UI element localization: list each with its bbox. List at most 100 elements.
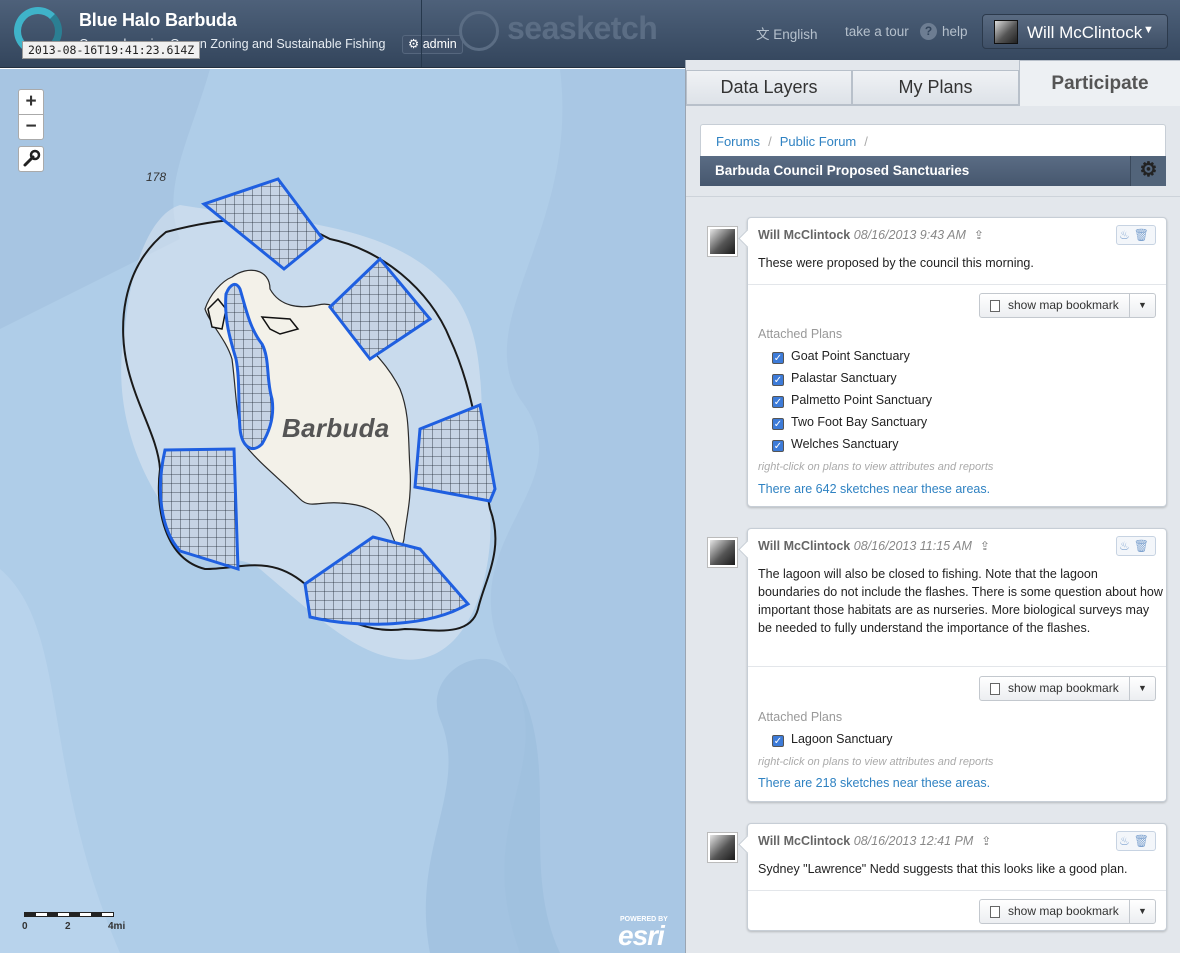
top-navbar: Blue Halo Barbuda Comprehensive Ocean Zo…	[0, 0, 1180, 68]
attached-plan[interactable]: ✓ Lagoon Sanctuary	[772, 732, 892, 747]
post-actions[interactable]: ♨🗑	[1116, 831, 1156, 851]
caret-down-icon[interactable]: ▼	[1129, 900, 1155, 923]
show-map-bookmark-button[interactable]: show map bookmark ▼	[979, 676, 1156, 701]
esri-logo: esri	[618, 920, 665, 951]
breadcrumb: Forums / Public Forum /	[700, 124, 1166, 156]
help-link[interactable]: help	[942, 24, 968, 39]
brand-text: seasketch	[507, 10, 658, 46]
post-time: 08/16/2013 11:15 AM	[853, 539, 972, 553]
show-map-bookmark-button[interactable]: show map bookmark ▼	[979, 899, 1156, 924]
attached-plan[interactable]: ✓ Welches Sanctuary	[772, 437, 898, 452]
post-actions[interactable]: ♨🗑	[1116, 225, 1156, 245]
attached-plan[interactable]: ✓ Two Foot Bay Sanctuary	[772, 415, 927, 430]
navbar-divider	[421, 0, 422, 67]
avatar[interactable]	[708, 538, 737, 567]
wave-icon	[459, 11, 499, 51]
plan-name: Palastar Sanctuary	[791, 371, 897, 385]
gear-icon: ⚙	[1139, 159, 1158, 181]
caret-down-icon[interactable]: ▼	[1129, 677, 1155, 700]
share-icon[interactable]: ⇪	[980, 539, 990, 553]
plans-hint: right-click on plans to view attributes …	[758, 461, 994, 473]
plan-name: Goat Point Sanctuary	[791, 349, 910, 363]
user-menu-button[interactable]: Will McClintock ▼	[982, 14, 1168, 49]
bookmark-label: show map bookmark	[1008, 298, 1119, 312]
trash-icon[interactable]: 🗑	[1134, 228, 1153, 242]
flame-icon[interactable]: ♨	[1119, 228, 1134, 242]
zoom-out-button[interactable]: −	[18, 114, 44, 140]
post-divider	[748, 284, 1166, 285]
island-label: Barbuda	[282, 413, 390, 443]
checkbox[interactable]: ✓	[772, 440, 784, 452]
show-map-bookmark-button[interactable]: show map bookmark ▼	[979, 293, 1156, 318]
plans-hint: right-click on plans to view attributes …	[758, 756, 994, 768]
avatar[interactable]	[708, 227, 737, 256]
trash-icon[interactable]: 🗑	[1134, 539, 1153, 553]
map-svg	[0, 69, 685, 953]
flame-icon[interactable]: ♨	[1119, 539, 1134, 553]
settings-button[interactable]: ⚙	[1130, 156, 1166, 186]
forum-post: Will McClintock 08/16/2013 12:41 PM ⇪ ♨🗑 …	[747, 823, 1167, 931]
panel-divider	[686, 196, 1180, 197]
tab-participate[interactable]: Participate	[1019, 60, 1180, 106]
checkbox[interactable]: ✓	[772, 396, 784, 408]
wrench-tool-button[interactable]	[18, 146, 44, 172]
map-canvas[interactable]: Barbuda 178 + − 0 2 4mi POWERED BY esri	[0, 69, 685, 953]
post-body: These were proposed by the council this …	[758, 256, 1034, 270]
breadcrumb-public-forum[interactable]: Public Forum	[780, 134, 857, 149]
side-panel: Data Layers My Plans Participate Forums /…	[685, 60, 1180, 953]
trash-icon[interactable]: 🗑	[1134, 834, 1153, 848]
checkbox[interactable]: ✓	[772, 374, 784, 386]
bookmark-label: show map bookmark	[1008, 904, 1119, 918]
user-name: Will McClintock	[1027, 23, 1143, 42]
scale-label-4: 4mi	[108, 921, 126, 932]
nearby-sketches-link[interactable]: There are 642 sketches near these areas.	[758, 482, 990, 496]
help-icon[interactable]: ?	[920, 23, 937, 40]
scale-label-2: 2	[65, 921, 71, 932]
post-author[interactable]: Will McClintock	[758, 539, 850, 553]
caret-down-icon: ▼	[1143, 24, 1154, 36]
admin-button[interactable]: ⚙ admin	[402, 35, 463, 54]
breadcrumb-forums[interactable]: Forums	[716, 134, 760, 149]
attached-plans-label: Attached Plans	[758, 710, 843, 724]
forum-post: Will McClintock 08/16/2013 11:15 AM ⇪ ♨🗑 …	[747, 528, 1167, 802]
translate-icon: 文	[756, 27, 770, 42]
nearby-sketches-link[interactable]: There are 218 sketches near these areas.	[758, 776, 990, 790]
tab-data-layers[interactable]: Data Layers	[686, 70, 852, 105]
post-author[interactable]: Will McClintock	[758, 228, 850, 242]
post-header: Will McClintock 08/16/2013 9:43 AM ⇪	[758, 228, 984, 242]
avatar	[994, 20, 1018, 44]
attached-plan[interactable]: ✓ Palmetto Point Sanctuary	[772, 393, 932, 408]
forum-topic-header: Barbuda Council Proposed Sanctuaries ⚙	[700, 156, 1166, 186]
breadcrumb-separator: /	[864, 134, 868, 149]
caret-down-icon[interactable]: ▼	[1129, 294, 1155, 317]
flame-icon[interactable]: ♨	[1119, 834, 1134, 848]
post-header: Will McClintock 08/16/2013 11:15 AM ⇪	[758, 539, 990, 553]
checkbox[interactable]: ✓	[772, 418, 784, 430]
post-actions[interactable]: ♨🗑	[1116, 536, 1156, 556]
language-selector[interactable]: 文 English	[756, 23, 818, 43]
post-divider	[748, 890, 1166, 891]
take-tour-link[interactable]: take a tour	[845, 24, 909, 39]
attached-plan[interactable]: ✓ Palastar Sanctuary	[772, 371, 897, 386]
breadcrumb-separator: /	[768, 134, 772, 149]
project-title[interactable]: Blue Halo Barbuda	[79, 10, 237, 31]
plan-name: Palmetto Point Sanctuary	[791, 393, 933, 407]
post-time: 08/16/2013 9:43 AM	[853, 228, 966, 242]
post-author[interactable]: Will McClintock	[758, 834, 850, 848]
post-divider	[748, 666, 1166, 667]
tab-my-plans[interactable]: My Plans	[852, 70, 1019, 105]
forum-title: Barbuda Council Proposed Sanctuaries	[715, 163, 970, 178]
admin-label: admin	[422, 37, 457, 51]
share-icon[interactable]: ⇪	[974, 228, 984, 242]
scale-bar	[24, 912, 114, 917]
avatar[interactable]	[708, 833, 737, 862]
checkbox[interactable]: ✓	[772, 735, 784, 747]
attached-plan[interactable]: ✓ Goat Point Sanctuary	[772, 349, 910, 364]
post-body: The lagoon will also be closed to fishin…	[758, 567, 1163, 635]
bookmark-icon	[990, 300, 1000, 312]
zoom-in-button[interactable]: +	[18, 89, 44, 115]
share-icon[interactable]: ⇪	[981, 834, 991, 848]
checkbox[interactable]: ✓	[772, 352, 784, 364]
scale-label-0: 0	[22, 921, 28, 932]
plan-name: Welches Sanctuary	[791, 437, 899, 451]
